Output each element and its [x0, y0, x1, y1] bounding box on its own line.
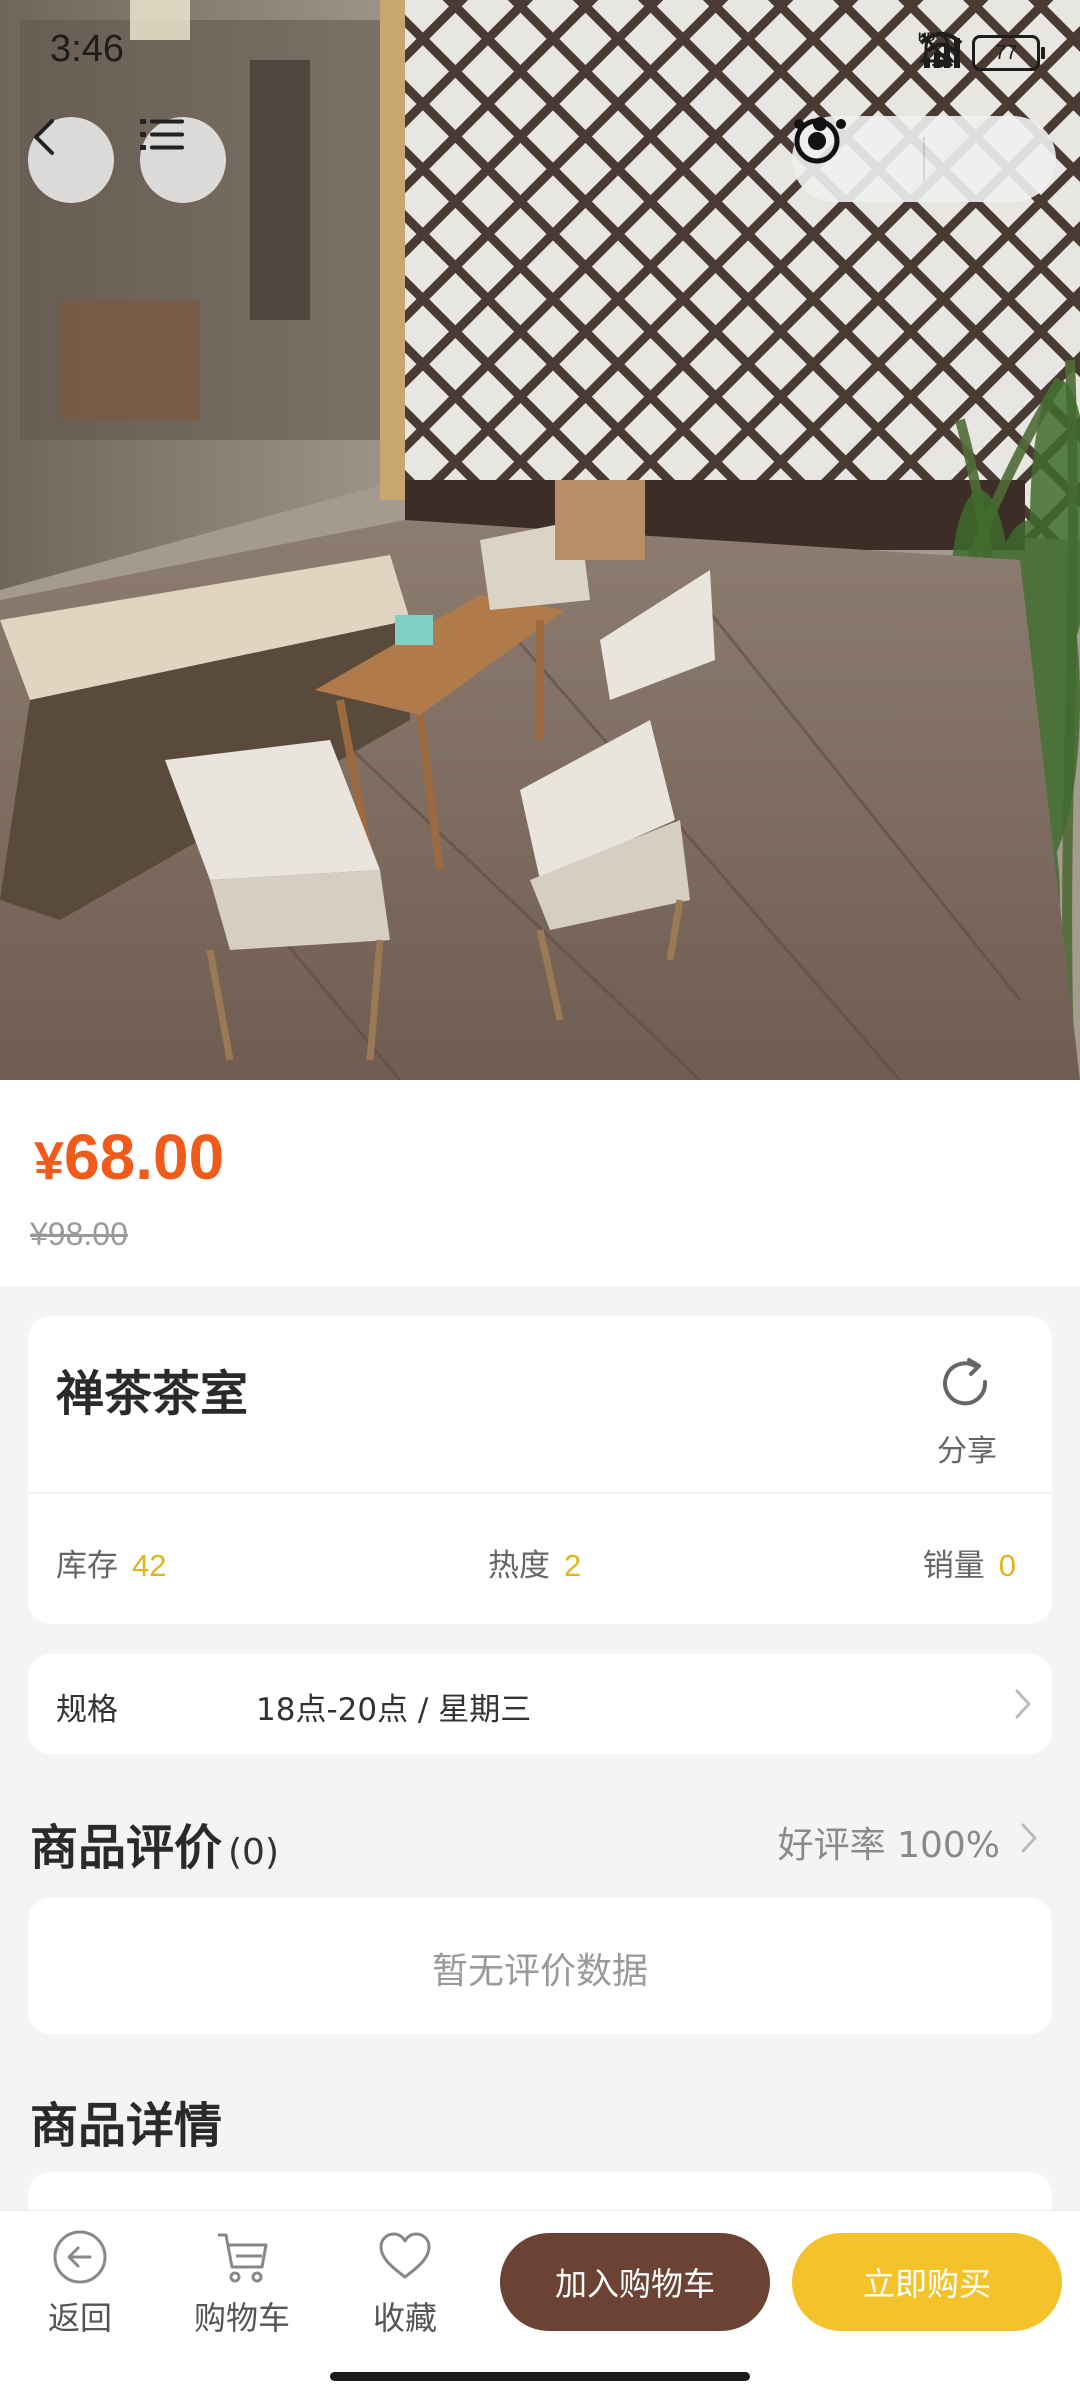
favorite-label: 收藏: [372, 2299, 437, 2337]
share-label: 分享: [937, 1434, 997, 1469]
stat-value: 2: [564, 1548, 582, 1583]
review-count: (0): [228, 1832, 280, 1873]
share-icon: [935, 1358, 999, 1420]
review-card: 暂无评价数据: [28, 1898, 1052, 2034]
heart-icon: [375, 2232, 435, 2291]
buy-now-button[interactable]: 立即购买: [792, 2233, 1062, 2331]
empty-review-text: 暂无评价数据: [431, 1951, 648, 1992]
home-indicator: [330, 2372, 750, 2381]
details-title: 商品详情: [30, 2098, 223, 2154]
chevron-right-icon: [1020, 1822, 1038, 1858]
stat-label: 库存: [56, 1548, 118, 1584]
shop-name: 禅茶茶室: [56, 1366, 249, 1422]
close-button[interactable]: [794, 116, 1056, 202]
shop-card: 禅茶茶室 分享 库存 42 热度 2 销量 0: [28, 1316, 1052, 1624]
back-button[interactable]: [28, 117, 114, 203]
battery-icon: 77: [972, 35, 1045, 71]
stat-value: 42: [132, 1548, 167, 1583]
spec-label: 规格: [56, 1692, 118, 1728]
current-price: ¥68.00: [34, 1120, 224, 1194]
cart-icon: [212, 2233, 272, 2291]
back-label: 返回: [47, 2299, 112, 2337]
card-divider: [28, 1492, 1052, 1494]
cart-tab[interactable]: 购物车: [182, 2227, 302, 2339]
stat-label: 热度: [488, 1548, 550, 1584]
spec-selector[interactable]: 规格 18点-20点 / 星期三: [28, 1654, 1052, 1754]
add-to-cart-button[interactable]: 加入购物车: [500, 2233, 770, 2331]
bottom-back-button[interactable]: 返回: [20, 2227, 140, 2339]
stat-popularity: 热度 2: [488, 1540, 581, 1585]
status-time: 3:46: [50, 28, 124, 70]
reviews-title-text: 商品评价: [30, 1820, 223, 1876]
stat-value: 0: [998, 1548, 1016, 1583]
reviews-title: 商品评价 (0): [30, 1808, 279, 1878]
favorite-tab[interactable]: 收藏: [345, 2227, 465, 2339]
currency-symbol: ¥: [34, 1131, 65, 1191]
spec-value: 18点-20点 / 星期三: [256, 1692, 532, 1728]
menu-button[interactable]: [140, 117, 226, 203]
status-icons: HD 77: [918, 30, 1045, 76]
stat-sales: 销量 0: [923, 1540, 1016, 1585]
good-rate-link[interactable]: 好评率 100%: [778, 1816, 1000, 1868]
status-bar: 3:46 HD 77: [0, 0, 1080, 110]
chevron-right-icon: [1014, 1688, 1032, 1724]
share-button[interactable]: 分享: [922, 1352, 1012, 1470]
stat-stock: 库存 42: [56, 1540, 166, 1585]
price-value: 68.00: [64, 1121, 225, 1193]
product-hero-image: 3:46 HD 77: [0, 0, 1080, 1080]
cart-label: 购物车: [193, 2299, 290, 2337]
miniprogram-capsule: [792, 116, 1056, 202]
original-price: ¥98.00: [30, 1216, 128, 1252]
stat-label: 销量: [922, 1548, 985, 1584]
circle-back-icon: [50, 2230, 110, 2291]
price-panel: ¥68.00 ¥98.00: [0, 1080, 1080, 1286]
